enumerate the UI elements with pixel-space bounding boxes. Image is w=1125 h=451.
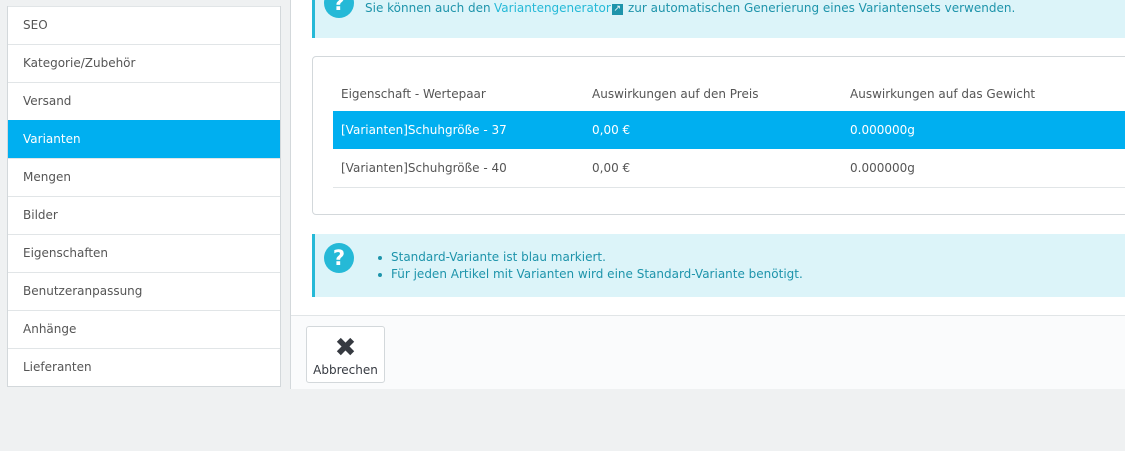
cell-price: 0,00 € bbox=[592, 123, 631, 137]
info-text-before: Sie können auch den bbox=[365, 1, 491, 15]
table-row-default[interactable]: [Varianten]Schuhgröße - 37 0,00 € 0.0000… bbox=[333, 111, 1125, 149]
cell-pair: [Varianten]Schuhgröße - 40 bbox=[341, 161, 507, 175]
table-header-row: Eigenschaft - Wertepaar Auswirkungen auf… bbox=[333, 74, 1125, 114]
cancel-button-label: Abbrechen bbox=[313, 363, 378, 377]
sidebar-item-features[interactable]: Eigenschaften bbox=[8, 234, 280, 272]
column-header-pair: Eigenschaft - Wertepaar bbox=[341, 87, 486, 101]
sidebar-item-shipping[interactable]: Versand bbox=[8, 82, 280, 120]
variant-generator-link[interactable]: Variantengenerator ↗ bbox=[494, 0, 623, 16]
product-tabs-sidebar: SEO Kategorie/Zubehör Versand Varianten … bbox=[7, 6, 281, 387]
sidebar-item-images[interactable]: Bilder bbox=[8, 196, 280, 234]
sidebar-item-attachments[interactable]: Anhänge bbox=[8, 310, 280, 348]
help-icon: ? bbox=[324, 243, 354, 273]
info-alert-generator: ? Sie können auch den Variantengenerator… bbox=[312, 0, 1125, 38]
help-icon: ? bbox=[324, 0, 354, 18]
sidebar-item-category[interactable]: Kategorie/Zubehör bbox=[8, 44, 280, 82]
info-alert-default-variant: ? Standard-Variante ist blau markiert. F… bbox=[312, 234, 1125, 297]
sidebar-item-customization[interactable]: Benutzeranpassung bbox=[8, 272, 280, 310]
info-list: Standard-Variante ist blau markiert. Für… bbox=[378, 249, 803, 283]
table-row[interactable]: [Varianten]Schuhgröße - 40 0,00 € 0.0000… bbox=[333, 149, 1125, 188]
cell-weight: 0.000000g bbox=[850, 161, 915, 175]
info-list-item: Standard-Variante ist blau markiert. bbox=[378, 249, 803, 266]
cancel-button[interactable]: ✖ Abbrechen bbox=[306, 326, 385, 383]
variants-panel: ? Sie können auch den Variantengenerator… bbox=[290, 0, 1125, 389]
cell-weight: 0.000000g bbox=[850, 123, 915, 137]
variants-table: Eigenschaft - Wertepaar Auswirkungen auf… bbox=[312, 56, 1125, 215]
column-header-weight: Auswirkungen auf das Gewicht bbox=[850, 87, 1036, 101]
info-list-item: Für jeden Artikel mit Varianten wird ein… bbox=[378, 267, 803, 281]
external-link-icon: ↗ bbox=[611, 4, 623, 15]
column-header-price: Auswirkungen auf den Preis bbox=[592, 87, 759, 101]
sidebar-item-quantities[interactable]: Mengen bbox=[8, 158, 280, 196]
panel-footer: ✖ Abbrechen bbox=[291, 315, 1125, 389]
cell-pair: [Varianten]Schuhgröße - 37 bbox=[341, 123, 507, 137]
sidebar-item-variants[interactable]: Varianten bbox=[8, 120, 280, 158]
close-icon: ✖ bbox=[334, 333, 357, 363]
cell-price: 0,00 € bbox=[592, 161, 631, 175]
sidebar-item-suppliers[interactable]: Lieferanten bbox=[8, 348, 280, 386]
sidebar-item-seo[interactable]: SEO bbox=[8, 6, 280, 44]
info-text-after: zur automatischen Generierung eines Vari… bbox=[628, 1, 1016, 15]
